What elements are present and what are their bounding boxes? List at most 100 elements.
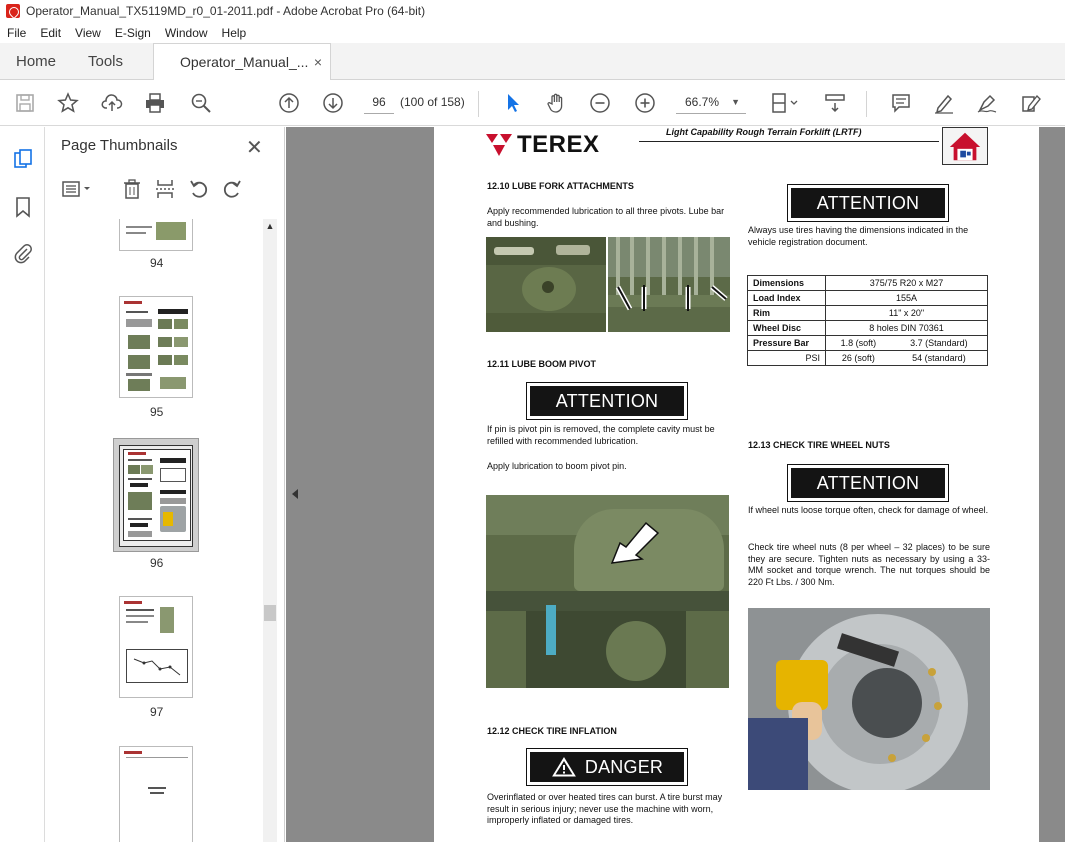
thumbnail-page-97[interactable]: [119, 596, 193, 698]
tab-home[interactable]: Home: [16, 43, 56, 80]
document-margin: [1039, 127, 1065, 842]
collapse-panel-icon[interactable]: [292, 489, 298, 499]
table-cell: 155A: [825, 290, 988, 306]
previous-page-icon[interactable]: [277, 91, 301, 115]
rotate-right-icon[interactable]: [220, 177, 244, 201]
scroll-up-icon[interactable]: ▲: [263, 221, 277, 233]
home-link-icon[interactable]: [942, 127, 988, 165]
bookmark-icon[interactable]: [11, 195, 35, 219]
select-cursor-icon[interactable]: [501, 91, 525, 115]
menu-edit[interactable]: Edit: [33, 26, 68, 40]
tab-close-icon[interactable]: ×: [314, 44, 322, 81]
pdf-page: TEREX Light Capability Rough Terrain For…: [434, 127, 1039, 842]
upload-cloud-icon[interactable]: [100, 91, 124, 115]
attachment-icon[interactable]: [11, 241, 35, 265]
page-display-icon[interactable]: [769, 91, 803, 115]
section-text: Apply recommended lubrication to all thr…: [487, 206, 725, 228]
hand-tool-icon[interactable]: [544, 91, 568, 115]
table-cell: 8 holes DIN 70361: [825, 320, 988, 336]
chevron-down-icon: ▼: [731, 97, 740, 107]
tab-document-label: Operator_Manual_...: [180, 54, 309, 70]
table-cell: Wheel Disc: [747, 320, 826, 336]
table-row: Wheel Disc 8 holes DIN 70361: [747, 320, 988, 336]
table-row: Dimensions 375/75 R20 x M27: [747, 275, 988, 291]
warning-triangle-icon: [551, 757, 576, 777]
panel-title: Page Thumbnails: [61, 137, 178, 154]
thumbnail-page-96[interactable]: [119, 445, 193, 547]
document-viewer[interactable]: TEREX Light Capability Rough Terrain For…: [286, 127, 1065, 842]
header-title: Light Capability Rough Terrain Forklift …: [666, 127, 862, 137]
page-thumbnails-icon[interactable]: [11, 147, 35, 171]
section-text: Check tire wheel nuts (8 per wheel – 32 …: [748, 542, 990, 587]
badge-label: ATTENTION: [791, 468, 945, 498]
thumbnail-label: 96: [150, 556, 164, 570]
sign-pen-icon[interactable]: [975, 91, 999, 115]
title-bar: Operator_Manual_TX5119MD_r0_01-2011.pdf …: [0, 0, 1065, 22]
close-icon[interactable]: ✕: [246, 135, 263, 160]
table-cell: Pressure Bar: [747, 335, 826, 351]
bookmark-star-icon[interactable]: [56, 91, 80, 115]
delete-icon[interactable]: [120, 177, 144, 201]
split-page-icon[interactable]: [153, 177, 177, 201]
terex-mark-icon: [486, 134, 512, 156]
page-number-input[interactable]: 96: [364, 90, 394, 114]
section-text: Always use tires having the dimensions i…: [748, 225, 969, 247]
menu-view[interactable]: View: [68, 26, 108, 40]
menu-window[interactable]: Window: [158, 26, 215, 40]
thumbnail-page-94[interactable]: [119, 219, 193, 251]
tire-spec-table: Dimensions 375/75 R20 x M27 Load Index 1…: [747, 275, 988, 366]
menu-esign[interactable]: E-Sign: [108, 26, 158, 40]
header-rule: [639, 141, 939, 142]
brand-name: TEREX: [517, 131, 600, 158]
table-row: Pressure Bar 1.8 (soft) 3.7 (Standard): [747, 335, 988, 351]
attention-badge: ATTENTION: [526, 382, 688, 420]
fork-carriage-photo: [608, 237, 730, 332]
rotate-left-icon[interactable]: [187, 177, 211, 201]
scroll-mode-icon[interactable]: [823, 91, 847, 115]
section-text: Overinflated or over heated tires can bu…: [487, 792, 723, 825]
table-cell: 3.7 (Standard): [890, 335, 988, 351]
zoom-out-icon[interactable]: [588, 91, 612, 115]
tab-tools[interactable]: Tools: [88, 43, 123, 80]
highlight-pen-icon[interactable]: [932, 91, 956, 115]
table-row: Load Index 155A: [747, 290, 988, 306]
comment-icon[interactable]: [889, 91, 913, 115]
toolbar: [0, 80, 1065, 126]
table-cell: 375/75 R20 x M27: [825, 275, 988, 291]
zoom-in-icon[interactable]: [633, 91, 657, 115]
menu-file[interactable]: File: [0, 26, 33, 40]
thumbnail-scrollbar[interactable]: ▲: [263, 219, 277, 842]
table-cell: 11" x 20": [825, 305, 988, 321]
page-count: (100 of 158): [400, 95, 465, 109]
window-title: Operator_Manual_TX5119MD_r0_01-2011.pdf …: [26, 4, 426, 18]
scrollbar-thumb[interactable]: [264, 605, 276, 621]
badge-label: ATTENTION: [530, 386, 684, 416]
page-thumbnails-panel: Page Thumbnails ✕ 94 95 96 97 ▲: [45, 127, 285, 842]
table-cell: 1.8 (soft): [824, 335, 891, 351]
zoom-select[interactable]: 66.7% ▼: [676, 90, 746, 114]
section-text: Apply lubrication to boom pivot pin.: [487, 461, 627, 471]
danger-badge-inner: DANGER: [530, 752, 684, 782]
zoom-search-icon[interactable]: [189, 91, 213, 115]
acrobat-icon: [6, 4, 20, 18]
edit-pdf-icon[interactable]: [1019, 91, 1043, 115]
thumbnail-page-98[interactable]: [119, 746, 193, 842]
terex-logo: TEREX: [486, 131, 600, 159]
thumbnail-page-95[interactable]: [119, 296, 193, 398]
table-cell: Dimensions: [747, 275, 826, 291]
fork-pivot-photo: [486, 237, 606, 332]
badge-label: ATTENTION: [791, 188, 945, 218]
table-cell: Rim: [747, 305, 826, 321]
print-icon[interactable]: [143, 91, 167, 115]
section-text: If wheel nuts loose torque often, check …: [748, 505, 989, 515]
tab-document[interactable]: Operator_Manual_... ×: [153, 43, 331, 81]
toolbar-divider: [478, 91, 479, 117]
thumbnail-options-icon[interactable]: [60, 177, 96, 201]
next-page-icon[interactable]: [321, 91, 345, 115]
section-heading: 12.12 CHECK TIRE INFLATION: [487, 726, 617, 736]
save-icon[interactable]: [13, 91, 37, 115]
menu-help[interactable]: Help: [215, 26, 254, 40]
table-row: PSI 26 (soft) 54 (standard): [747, 350, 988, 366]
badge-label: DANGER: [584, 756, 664, 777]
toolbar-divider: [866, 91, 867, 117]
